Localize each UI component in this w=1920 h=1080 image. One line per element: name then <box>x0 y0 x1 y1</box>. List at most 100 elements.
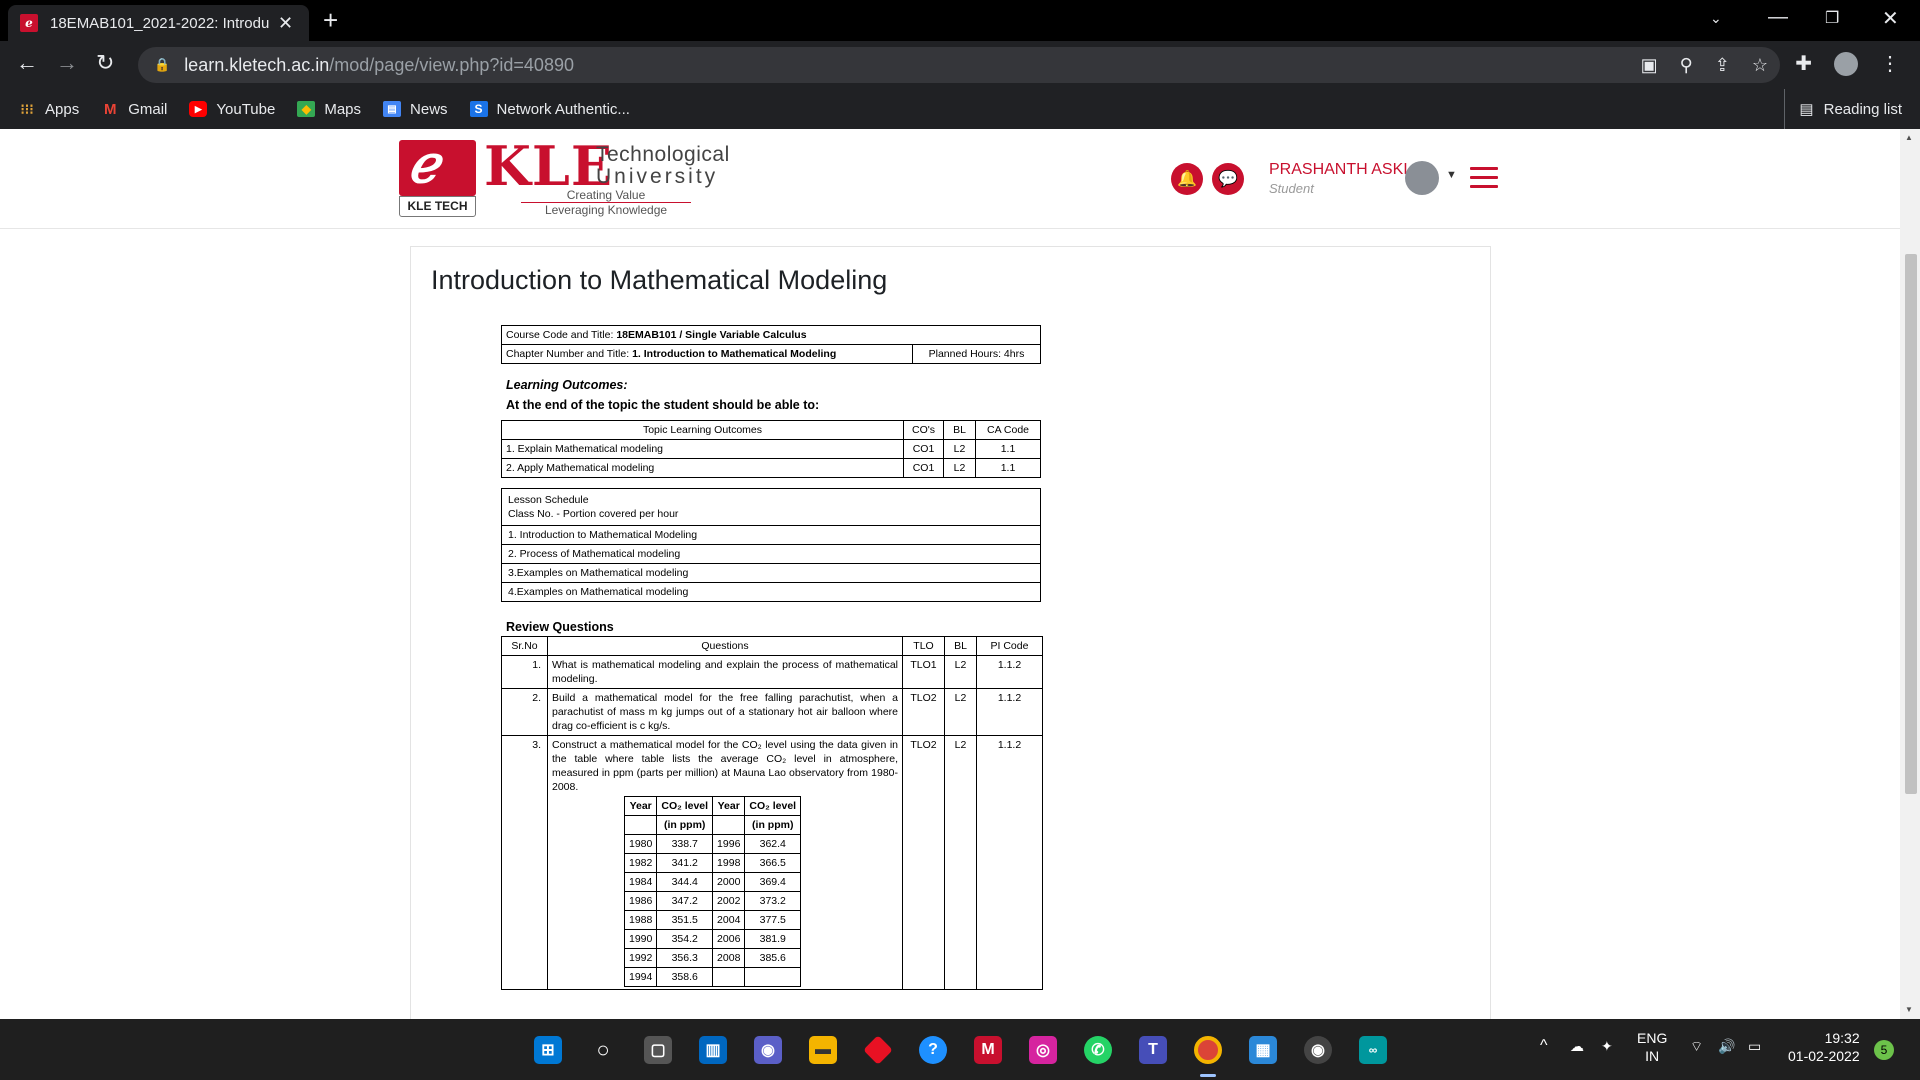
list-item: 2. Process of Mathematical modeling <box>501 544 1041 564</box>
back-button[interactable]: ← <box>16 51 38 75</box>
list-item: 1. Introduction to Mathematical Modeling <box>501 525 1041 545</box>
table-row: 2. Build a mathematical model for the fr… <box>501 688 1043 736</box>
user-menu-caret-icon[interactable]: ▼ <box>1446 169 1457 181</box>
news-icon: ▤ <box>383 101 402 117</box>
chapter-cell: Chapter Number and Title: 1. Introductio… <box>501 344 913 364</box>
table-header: BL <box>943 420 976 440</box>
bookmark-youtube[interactable]: ▶ YouTube <box>189 101 275 118</box>
store-icon[interactable]: ▦ <box>1249 1036 1277 1064</box>
tab-search-icon[interactable]: ⌄ <box>1710 10 1722 27</box>
instagram-icon[interactable]: ◎ <box>1029 1036 1057 1064</box>
tray-overflow-icon[interactable]: ^ <box>1540 1037 1548 1055</box>
co2-row: 1982 341.2 1998 366.5 <box>623 853 802 873</box>
hamburger-menu-icon[interactable] <box>1470 167 1498 194</box>
wifi-icon[interactable]: ⌔ <box>1690 1037 1703 1055</box>
arduino-icon[interactable]: ∞ <box>1359 1036 1387 1064</box>
scroll-down-icon[interactable]: ▼ <box>1905 1005 1913 1014</box>
translate-icon[interactable]: ▣ <box>1641 55 1658 76</box>
table-row: 1. Explain Mathematical modeling CO1 L2 … <box>501 439 1041 459</box>
table-header: Questions <box>547 636 903 656</box>
review-questions-heading: Review Questions <box>506 620 614 634</box>
learning-outcomes-heading: Learning Outcomes: <box>506 378 628 392</box>
onedrive-icon[interactable]: ☁ <box>1570 1037 1584 1055</box>
site-header: ℯ KLE TECH KLE Technological University … <box>0 129 1900 229</box>
close-window-button[interactable]: ✕ <box>1882 6 1899 31</box>
lesson-schedule-header: Lesson Schedule Class No. - Portion cove… <box>501 488 1041 526</box>
table-row: 2. Apply Mathematical modeling CO1 L2 1.… <box>501 458 1041 478</box>
co2-row: 1986 347.2 2002 373.2 <box>623 891 802 911</box>
table-header: Sr.No <box>501 636 548 656</box>
help-icon[interactable]: ? <box>919 1036 947 1064</box>
new-tab-button[interactable]: + <box>323 7 338 33</box>
review-questions-table: Sr.No Questions TLO BL PI Code 1. What i… <box>501 636 1043 990</box>
bookmark-star-icon[interactable]: ☆ <box>1752 55 1768 76</box>
table-header: TLO <box>902 636 945 656</box>
language-indicator[interactable]: ENG IN <box>1637 1029 1667 1065</box>
user-name[interactable]: PRASHANTH ASKI <box>1269 161 1408 179</box>
widgets-icon[interactable]: ▥ <box>699 1036 727 1064</box>
obs-icon[interactable]: ◉ <box>1304 1036 1332 1064</box>
menu-icon[interactable]: ⋮ <box>1880 51 1900 76</box>
planned-hours-cell: Planned Hours: 4hrs <box>912 344 1041 364</box>
logo-tagline: Creating Value Leveraging Knowledge <box>486 188 726 217</box>
notification-bell-icon[interactable]: 🔔 <box>1171 163 1203 195</box>
scroll-thumb[interactable] <box>1905 254 1917 794</box>
zoom-icon[interactable]: ⚲ <box>1680 55 1693 76</box>
table-header: Topic Learning Outcomes <box>501 420 904 440</box>
battery-icon[interactable]: ▭ <box>1748 1037 1761 1055</box>
table-row: 3. Construct a mathematical model for th… <box>501 735 1043 990</box>
co2-row: 1990 354.2 2006 381.9 <box>623 929 802 949</box>
notification-count-badge[interactable]: 5 <box>1874 1040 1894 1060</box>
co2-row: 1984 344.4 2000 369.4 <box>623 872 802 892</box>
tab-title: 18EMAB101_2021-2022: Introduc <box>50 14 270 32</box>
bookmarks-bar: ⁝⁝⁝ Apps M Gmail ▶ YouTube ◆ Maps ▤ News… <box>0 89 1920 129</box>
task-view-icon[interactable]: ▢ <box>644 1036 672 1064</box>
co2-row: 1992 356.3 2008 385.6 <box>623 948 802 968</box>
browser-tab-active[interactable]: e 18EMAB101_2021-2022: Introduc ✕ <box>8 5 309 41</box>
minimize-button[interactable]: — <box>1768 6 1788 29</box>
lock-icon[interactable]: 🔒 <box>154 57 170 73</box>
url-host: learn.kletech.ac.in <box>184 54 330 75</box>
profile-avatar[interactable] <box>1834 51 1858 76</box>
co2-row: 1988 351.5 2004 377.5 <box>623 910 802 930</box>
clock[interactable]: 19:32 01-02-2022 <box>1788 1029 1860 1065</box>
restore-button[interactable]: ❐ <box>1825 8 1839 28</box>
address-bar[interactable]: 🔒 learn.kletech.ac.in/mod/page/view.php?… <box>138 47 1780 83</box>
network-auth-icon: S <box>469 101 488 117</box>
whatsapp-icon[interactable]: ✆ <box>1084 1036 1112 1064</box>
file-explorer-icon[interactable]: ▬ <box>809 1036 837 1064</box>
youtube-icon: ▶ <box>189 101 208 117</box>
dropbox-icon[interactable]: ✦ <box>1601 1037 1613 1055</box>
bookmark-apps[interactable]: ⁝⁝⁝ Apps <box>18 101 79 118</box>
scroll-up-icon[interactable]: ▲ <box>1905 133 1913 142</box>
chrome-icon[interactable] <box>1194 1036 1222 1064</box>
bookmark-news[interactable]: ▤ News <box>383 101 448 118</box>
logo-tag: KLE TECH <box>399 196 476 217</box>
windows-start-icon[interactable]: ⊞ <box>534 1036 562 1064</box>
reading-list-button[interactable]: ▤ Reading list <box>1784 89 1902 129</box>
co2-data-table: Year CO₂ level Year CO₂ level (in ppm) (… <box>623 796 802 987</box>
user-avatar[interactable] <box>1405 161 1439 195</box>
bookmark-network-auth[interactable]: S Network Authentic... <box>469 101 630 118</box>
extensions-icon[interactable]: ✚ <box>1795 51 1812 76</box>
share-icon[interactable]: ⇪ <box>1715 55 1730 76</box>
bookmark-maps[interactable]: ◆ Maps <box>297 101 361 118</box>
mcafee-icon[interactable]: M <box>974 1036 1002 1064</box>
web-page: ℯ KLE TECH KLE Technological University … <box>0 129 1900 1019</box>
volume-icon[interactable]: 🔊 <box>1718 1037 1735 1055</box>
reload-button[interactable]: ↻ <box>96 51 114 75</box>
search-icon[interactable]: ○ <box>589 1036 617 1064</box>
app-red-diamond-icon[interactable] <box>863 1035 893 1065</box>
tab-close-icon[interactable]: ✕ <box>278 13 293 34</box>
user-role: Student <box>1269 181 1314 196</box>
active-app-indicator <box>1200 1074 1216 1077</box>
teams-icon[interactable]: T <box>1139 1036 1167 1064</box>
page-scrollbar[interactable]: ▲ ▼ <box>1900 129 1920 1019</box>
table-header: PI Code <box>976 636 1043 656</box>
page-title: Introduction to Mathematical Modeling <box>431 265 888 295</box>
bookmark-gmail[interactable]: M Gmail <box>101 101 167 118</box>
teams-chat-icon[interactable]: ◉ <box>754 1036 782 1064</box>
messages-icon[interactable]: 💬 <box>1212 163 1244 195</box>
apps-grid-icon: ⁝⁝⁝ <box>20 100 34 117</box>
forward-button[interactable]: → <box>56 51 78 75</box>
